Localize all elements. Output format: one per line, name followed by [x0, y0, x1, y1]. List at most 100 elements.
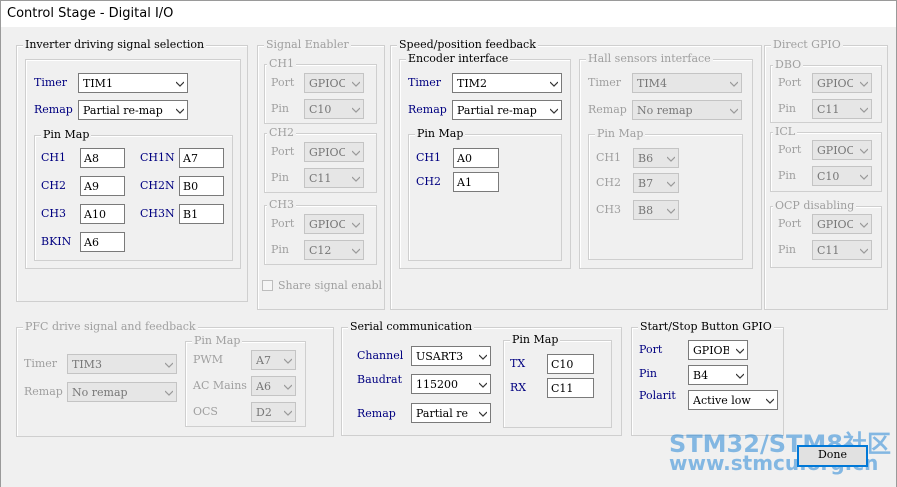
pin-field-bkin[interactable]: A6	[80, 232, 125, 252]
chevron-down-icon	[667, 208, 675, 214]
chevron-down-icon	[860, 107, 868, 113]
chevron-down-icon	[550, 81, 558, 87]
serial-remap-label: Remap	[357, 407, 396, 420]
se-ch1-port-select[interactable]: GPIOC	[304, 73, 364, 93]
chevron-down-icon	[165, 362, 173, 368]
inverter-remap-select[interactable]: Partial re-map	[78, 100, 188, 120]
pin-value: A8	[84, 152, 99, 165]
speed-feedback-title: Speed/position feedback	[397, 38, 538, 52]
pin-field-ch2n[interactable]: B0	[179, 176, 224, 196]
startstop-port-select[interactable]: GPIOB	[688, 340, 748, 360]
combo-value: C11	[817, 103, 840, 116]
pin-field-ch1[interactable]: A8	[80, 148, 125, 168]
icl-pin-select[interactable]: C10	[812, 166, 872, 186]
pin-field-ch3n[interactable]: B1	[179, 204, 224, 224]
dbo-title: DBO	[773, 58, 804, 72]
combo-value: Partial re	[416, 407, 469, 420]
se-ch2-port-select[interactable]: GPIOC	[304, 142, 364, 162]
se-ch2-pin-select[interactable]: C11	[304, 168, 364, 188]
se-ch3-port-select[interactable]: GPIOC	[304, 214, 364, 234]
chevron-down-icon	[479, 354, 487, 360]
ocp-port-select[interactable]: GPIOC	[812, 214, 872, 234]
hall-title: Hall sensors interface	[586, 52, 713, 66]
pfc-remap-select[interactable]: No remap	[67, 382, 177, 402]
hall-pin-select-ch1[interactable]: B6	[633, 148, 679, 168]
pin-value: A6	[84, 236, 99, 249]
combo-value: TIM4	[637, 77, 667, 90]
serial-baudrate-select[interactable]: 115200	[411, 374, 491, 394]
combo-value: C12	[309, 244, 332, 257]
inverter-group-title: Inverter driving signal selection	[23, 38, 207, 52]
pfc-ocs-select[interactable]: D2	[251, 402, 296, 422]
startstop-polarity-select[interactable]: Active low	[688, 390, 778, 410]
combo-value: GPIOC	[817, 218, 853, 231]
hall-pin-select-ch3[interactable]: B8	[633, 200, 679, 220]
chevron-down-icon	[667, 181, 675, 187]
se-ch1-pin-select[interactable]: C10	[304, 99, 364, 119]
se-ch1-title: CH1	[267, 57, 297, 71]
combo-value: GPIOC	[817, 144, 853, 157]
hall-remap-select[interactable]: No remap	[632, 100, 742, 120]
se-ch2-pin-label: Pin	[271, 171, 290, 184]
hall-timer-select[interactable]: TIM4	[632, 73, 742, 93]
inverter-timer-value: TIM1	[83, 77, 113, 90]
encoder-pin-label-ch1: CH1	[416, 151, 442, 164]
serial-rx-field[interactable]: C11	[547, 378, 594, 398]
se-ch3-pin-select[interactable]: C12	[304, 240, 364, 260]
pin-field-ch2[interactable]: A9	[80, 176, 125, 196]
pfc-pwm-select[interactable]: A7	[251, 350, 296, 370]
se-ch2-port-label: Port	[271, 145, 295, 158]
serial-channel-label: Channel	[357, 349, 404, 362]
inverter-timer-select[interactable]: TIM1	[78, 73, 188, 93]
encoder-pin-field-ch1[interactable]: A0	[453, 148, 499, 168]
dbo-pin-select[interactable]: C11	[812, 99, 872, 119]
serial-tx-field[interactable]: C10	[547, 354, 594, 374]
pin-label-ch2: CH2	[41, 179, 67, 192]
serial-remap-select[interactable]: Partial re	[411, 403, 491, 423]
pfc-pinmap-title: Pin Map	[192, 334, 243, 348]
done-button[interactable]: Done	[797, 445, 868, 467]
combo-value: 115200	[416, 378, 458, 391]
pin-label-ch3n: CH3N	[140, 207, 175, 220]
pfc-ocs-label: OCS	[193, 405, 218, 418]
se-ch3-pin-label: Pin	[271, 243, 290, 256]
share-signal-checkbox[interactable]	[262, 280, 273, 291]
chevron-down-icon	[176, 108, 184, 114]
ocp-title: OCP disabling	[773, 199, 857, 213]
pin-field-ch3[interactable]: A10	[80, 204, 125, 224]
dbo-port-select[interactable]: GPIOC	[812, 73, 872, 93]
hall-pin-select-ch2[interactable]: B7	[633, 173, 679, 193]
startstop-pin-label: Pin	[639, 367, 658, 380]
hall-remap-label: Remap	[588, 103, 627, 116]
encoder-remap-select[interactable]: Partial re-map	[452, 100, 562, 120]
combo-value: C10	[817, 170, 840, 183]
se-ch1-pin-label: Pin	[271, 102, 290, 115]
pfc-acmains-select[interactable]: A6	[251, 376, 296, 396]
pfc-remap-label: Remap	[24, 385, 63, 398]
dialog-body: Inverter driving signal selection Timer …	[0, 27, 897, 487]
hall-timer-label: Timer	[588, 76, 622, 89]
dbo-port-label: Port	[778, 76, 802, 89]
serial-rx-label: RX	[510, 381, 527, 394]
pin-field-ch1n[interactable]: A7	[179, 148, 224, 168]
combo-value: A7	[256, 354, 271, 367]
combo-value: B8	[638, 204, 654, 217]
se-ch3-port-label: Port	[271, 217, 295, 230]
pfc-acmains-label: AC Mains	[193, 379, 247, 392]
pfc-timer-select[interactable]: TIM3	[67, 354, 177, 374]
encoder-title: Encoder interface	[406, 52, 511, 66]
encoder-pinmap-title: Pin Map	[415, 127, 466, 141]
icl-port-select[interactable]: GPIOC	[812, 140, 872, 160]
serial-channel-select[interactable]: USART3	[411, 346, 491, 366]
ocp-pin-select[interactable]: C11	[812, 240, 872, 260]
combo-value: GPIOC	[817, 77, 853, 90]
pin-label-bkin: BKIN	[41, 235, 72, 248]
chevron-down-icon	[550, 108, 558, 114]
startstop-pin-select[interactable]: B4	[688, 365, 748, 385]
encoder-timer-select[interactable]: TIM2	[452, 73, 562, 93]
combo-value: C11	[817, 244, 840, 257]
pin-value: A0	[457, 152, 472, 165]
chevron-down-icon	[736, 348, 744, 354]
encoder-pin-field-ch2[interactable]: A1	[453, 172, 499, 192]
encoder-remap-label: Remap	[408, 103, 447, 116]
